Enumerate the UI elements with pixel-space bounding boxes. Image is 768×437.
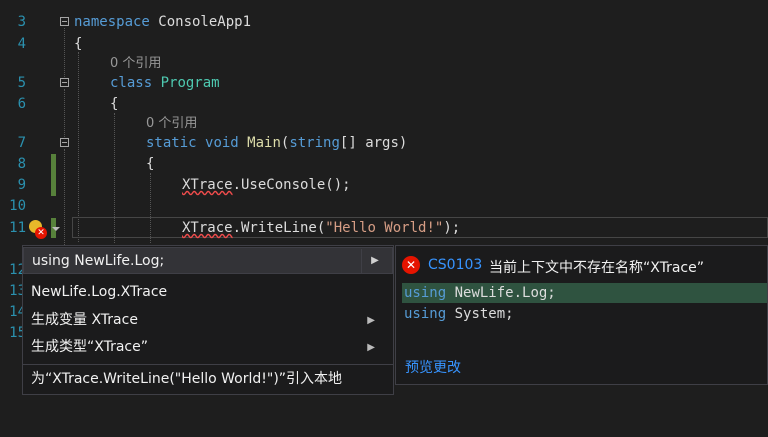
submenu-arrow-icon[interactable]: ▶ bbox=[361, 249, 388, 273]
class-name: Program bbox=[160, 75, 220, 91]
error-code-link[interactable]: CS0103 bbox=[428, 257, 482, 273]
quick-action-using-newlife-log[interactable]: using NewLife.Log; ▶ bbox=[23, 247, 393, 274]
punctuation: ); bbox=[443, 220, 461, 236]
line-number: 8 bbox=[17, 156, 26, 172]
line-number: 11 bbox=[9, 220, 26, 236]
keyword: string bbox=[289, 135, 340, 151]
error-identifier[interactable]: XTrace bbox=[182, 220, 233, 236]
error-badge-icon: ✕ bbox=[35, 227, 47, 239]
change-indicator bbox=[51, 154, 56, 196]
preview-text: System; bbox=[446, 306, 514, 322]
fold-icon[interactable] bbox=[60, 78, 69, 87]
reference-codelens[interactable]: 0 个引用 bbox=[110, 55, 161, 73]
chevron-down-icon bbox=[52, 227, 60, 231]
code-line-6: { bbox=[110, 96, 119, 112]
preview-changes-link[interactable]: 预览更改 bbox=[405, 357, 461, 377]
keyword: namespace bbox=[74, 14, 150, 30]
submenu-arrow-icon: ▶ bbox=[367, 342, 375, 353]
quick-action-generate-type[interactable]: 生成类型“XTrace” ▶ bbox=[23, 334, 393, 361]
call: .UseConsole(); bbox=[232, 177, 351, 193]
line-number: 9 bbox=[17, 177, 26, 193]
code-line-8: { bbox=[146, 156, 155, 172]
menu-item-label: 生成类型“XTrace” bbox=[31, 339, 148, 355]
menu-item-label: using NewLife.Log; bbox=[32, 253, 165, 269]
code-line-4: { bbox=[74, 36, 83, 52]
menu-separator bbox=[23, 364, 393, 365]
error-identifier[interactable]: XTrace bbox=[182, 177, 233, 193]
fold-guide bbox=[64, 149, 65, 249]
fold-icon[interactable] bbox=[60, 17, 69, 26]
call: .WriteLine( bbox=[232, 220, 326, 236]
keyword: using bbox=[404, 285, 447, 301]
namespace-name: ConsoleApp1 bbox=[149, 14, 252, 30]
code-line-3: namespace ConsoleApp1 bbox=[74, 12, 251, 32]
preview-text: NewLife.Log; bbox=[446, 285, 556, 301]
error-icon: ✕ bbox=[402, 256, 420, 274]
fold-icon[interactable] bbox=[60, 138, 69, 147]
preview-added-line: using NewLife.Log; bbox=[402, 283, 767, 303]
quick-action-fully-qualify[interactable]: NewLife.Log.XTrace bbox=[23, 279, 393, 306]
lightbulb-error-icon[interactable]: ✕ bbox=[24, 217, 62, 241]
indent-guide bbox=[78, 52, 79, 242]
submenu-arrow-icon: ▶ bbox=[367, 315, 375, 326]
line-number: 6 bbox=[17, 96, 26, 112]
quick-action-introduce-local[interactable]: 为“XTrace.WriteLine("Hello World!")”引入本地 bbox=[23, 366, 393, 393]
line-number: 4 bbox=[17, 36, 26, 52]
menu-item-label: 为“XTrace.WriteLine("Hello World!")”引入本地 bbox=[31, 371, 343, 387]
keyword: class bbox=[110, 75, 153, 91]
keyword: static bbox=[146, 135, 197, 151]
code-line-9: XTrace.UseConsole(); bbox=[182, 175, 351, 195]
line-number: 10 bbox=[9, 198, 26, 214]
string-literal: "Hello World!" bbox=[325, 220, 444, 236]
line-number: 7 bbox=[17, 135, 26, 151]
reference-codelens[interactable]: 0 个引用 bbox=[146, 115, 197, 133]
error-message: 当前上下文中不存在名称“XTrace” bbox=[489, 260, 704, 276]
menu-item-label: NewLife.Log.XTrace bbox=[31, 284, 168, 300]
quick-actions-menu: using NewLife.Log; ▶ NewLife.Log.XTrace … bbox=[22, 245, 394, 395]
code-line-7: static void Main(string[] args) bbox=[146, 133, 407, 153]
method-name: Main bbox=[247, 135, 281, 151]
preview-line: using System; bbox=[402, 304, 767, 324]
fold-guide bbox=[64, 89, 65, 137]
quick-action-generate-variable[interactable]: 生成变量 XTrace ▶ bbox=[23, 307, 393, 334]
menu-item-label: 生成变量 XTrace bbox=[31, 312, 138, 328]
code-line-5: class Program bbox=[110, 73, 220, 93]
keyword: using bbox=[404, 306, 447, 322]
code-line-11: XTrace.WriteLine("Hello World!"); bbox=[182, 218, 460, 238]
preview-pane: ✕ CS0103 当前上下文中不存在名称“XTrace” using NewLi… bbox=[395, 245, 768, 385]
line-number: 5 bbox=[17, 75, 26, 91]
keyword: void bbox=[205, 135, 239, 151]
parameters: [] args) bbox=[339, 135, 408, 151]
fold-guide bbox=[64, 28, 65, 77]
line-number: 3 bbox=[17, 14, 26, 30]
